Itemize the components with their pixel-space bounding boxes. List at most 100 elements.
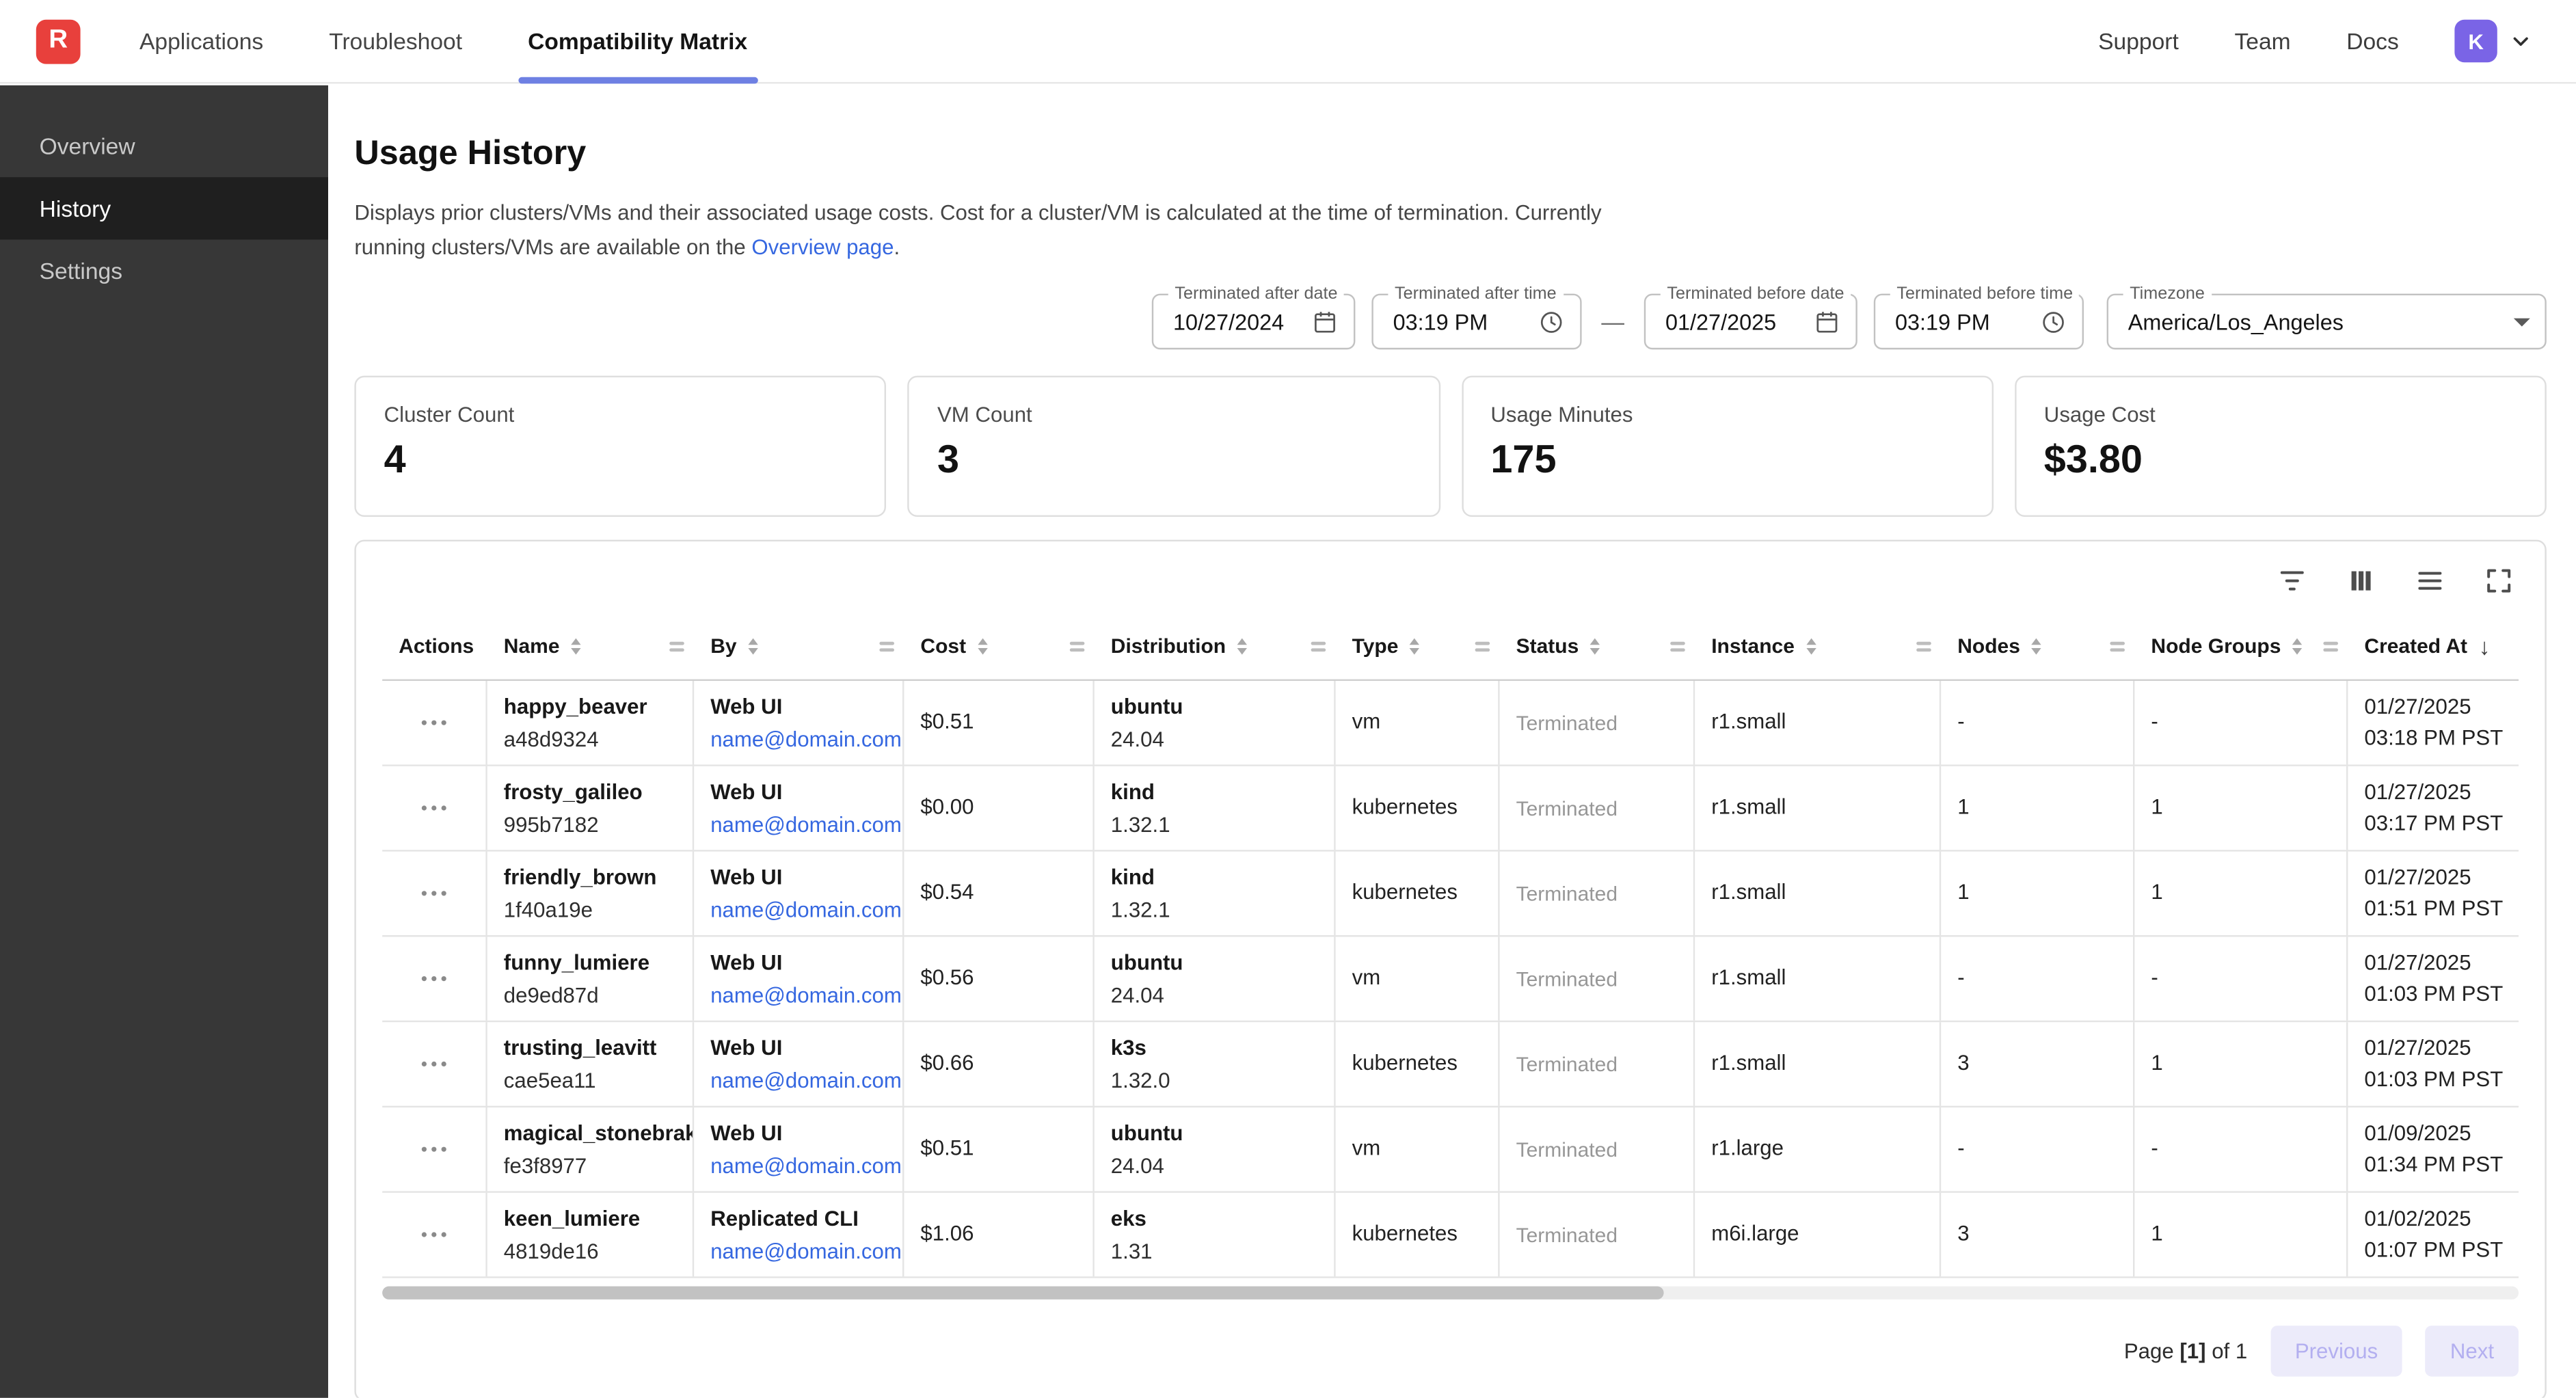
distribution-name: ubuntu	[1111, 1118, 1317, 1150]
column-header-created-at[interactable]: Created At ↓	[2348, 614, 2519, 680]
sort-icon	[571, 638, 580, 654]
horizontal-scrollbar-track[interactable]	[382, 1287, 2519, 1300]
creator-email-link[interactable]: name@domain.com	[710, 808, 886, 840]
column-resize-handle[interactable]	[1475, 642, 1490, 651]
row-actions-button[interactable]	[382, 1022, 487, 1105]
cluster-id: 4819de16	[504, 1235, 676, 1267]
distribution-version: 1.32.1	[1111, 808, 1317, 840]
creator-email-link[interactable]: name@domain.com	[710, 1064, 886, 1097]
sidebar-item-overview[interactable]: Overview	[0, 115, 328, 177]
column-label: Status	[1516, 635, 1579, 658]
table-density-button[interactable]	[2413, 565, 2446, 597]
calendar-icon[interactable]	[1813, 308, 1841, 336]
cost-value: $1.06	[920, 1220, 1076, 1250]
nav-item-compatibility-matrix[interactable]: Compatibility Matrix	[524, 0, 751, 83]
row-actions-button[interactable]	[382, 937, 487, 1021]
terminated-before-time-input[interactable]: Terminated before time 03:19 PM	[1874, 294, 2084, 350]
account-menu-button[interactable]: K	[2454, 20, 2536, 62]
table-columns-button[interactable]	[2345, 565, 2378, 597]
creator-email-link[interactable]: name@domain.com	[710, 979, 886, 1011]
creator-email-link[interactable]: name@domain.com	[710, 1149, 886, 1181]
column-resize-handle[interactable]	[2323, 642, 2338, 651]
column-resize-handle[interactable]	[1916, 642, 1931, 651]
clock-icon[interactable]	[1538, 308, 1566, 336]
row-actions-button[interactable]	[382, 681, 487, 764]
column-resize-handle[interactable]	[879, 642, 894, 651]
column-header-cost[interactable]: Cost	[904, 614, 1094, 680]
team-link[interactable]: Team	[2234, 28, 2290, 54]
distribution-version: 24.04	[1111, 979, 1317, 1011]
density-icon	[2413, 565, 2446, 597]
column-resize-handle[interactable]	[1070, 642, 1085, 651]
clock-icon[interactable]	[2039, 308, 2067, 336]
distribution-version: 1.32.0	[1111, 1064, 1317, 1097]
table-row: magical_stonebraker fe3f8977 Web UI name…	[382, 1107, 2519, 1193]
created-time: 01:34 PM PST	[2364, 1149, 2502, 1179]
created-date: 01/27/2025	[2364, 1034, 2502, 1064]
docs-link[interactable]: Docs	[2346, 28, 2399, 54]
next-page-button[interactable]: Next	[2426, 1326, 2519, 1376]
column-header-status[interactable]: Status	[1500, 614, 1695, 680]
nav-item-troubleshoot[interactable]: Troubleshoot	[325, 0, 465, 83]
column-header-type[interactable]: Type	[1336, 614, 1500, 680]
distribution-version: 24.04	[1111, 723, 1317, 755]
nav-item-applications[interactable]: Applications	[136, 0, 267, 83]
row-actions-button[interactable]	[382, 852, 487, 935]
creator-email-link[interactable]: name@domain.com	[710, 723, 886, 755]
cell-instance: m6i.large	[1695, 1193, 1941, 1276]
calendar-icon[interactable]	[1311, 308, 1339, 336]
cell-distribution: k3s 1.32.0	[1095, 1022, 1336, 1105]
column-resize-handle[interactable]	[669, 642, 684, 651]
instance-value: m6i.large	[1711, 1220, 1923, 1250]
column-label: Type	[1352, 635, 1399, 658]
terminated-before-time-value: 03:19 PM	[1895, 310, 1990, 334]
cell-type: vm	[1336, 681, 1500, 764]
horizontal-scrollbar-thumb[interactable]	[382, 1287, 1664, 1300]
sidebar-item-history[interactable]: History	[0, 177, 328, 239]
terminated-after-date-input[interactable]: Terminated after date 10/27/2024	[1152, 294, 1356, 350]
column-resize-handle[interactable]	[1311, 642, 1326, 651]
overview-page-link[interactable]: Overview page	[751, 234, 894, 258]
cell-name: magical_stonebraker fe3f8977	[487, 1107, 694, 1191]
creator-email-link[interactable]: name@domain.com	[710, 893, 886, 926]
timezone-select[interactable]: Timezone America/Los_Angeles	[2107, 294, 2547, 350]
table-row: keen_lumiere 4819de16 Replicated CLI nam…	[382, 1193, 2519, 1278]
column-header-instance[interactable]: Instance	[1695, 614, 1941, 680]
row-actions-button[interactable]	[382, 1107, 487, 1191]
support-link[interactable]: Support	[2098, 28, 2179, 54]
cell-created-at: 01/27/2025 01:03 PM PST	[2348, 937, 2519, 1021]
cell-nodes: 1	[1941, 766, 2134, 850]
column-label: Created At	[2364, 635, 2467, 658]
cell-nodes: 3	[1941, 1193, 2134, 1276]
sidebar: Overview History Settings	[0, 85, 328, 1398]
replicated-logo[interactable]: R	[36, 19, 81, 64]
table-toolbar	[382, 554, 2519, 613]
distribution-version: 1.31	[1111, 1235, 1317, 1267]
column-resize-handle[interactable]	[1670, 642, 1685, 651]
column-header-nodes[interactable]: Nodes	[1941, 614, 2134, 680]
table-filter-button[interactable]	[2276, 565, 2309, 597]
column-header-node-groups[interactable]: Node Groups	[2134, 614, 2348, 680]
status-badge: Terminated	[1516, 967, 1677, 991]
terminated-after-time-input[interactable]: Terminated after time 03:19 PM	[1371, 294, 1581, 350]
column-resize-handle[interactable]	[2110, 642, 2125, 651]
dropdown-caret-icon	[2514, 318, 2530, 326]
app-root: R Applications Troubleshoot Compatibilit…	[0, 0, 2576, 1398]
created-time: 01:51 PM PST	[2364, 893, 2502, 924]
terminated-before-date-input[interactable]: Terminated before date 01/27/2025	[1644, 294, 1857, 350]
row-actions-button[interactable]	[382, 766, 487, 850]
previous-page-button[interactable]: Previous	[2270, 1326, 2402, 1376]
node-groups-value: 1	[2151, 793, 2330, 823]
current-page: [1]	[2179, 1339, 2205, 1364]
creator-email-link[interactable]: name@domain.com	[710, 1235, 886, 1267]
sidebar-item-settings[interactable]: Settings	[0, 239, 328, 301]
instance-value: r1.small	[1711, 964, 1923, 994]
column-header-distribution[interactable]: Distribution	[1095, 614, 1336, 680]
column-header-name[interactable]: Name	[487, 614, 694, 680]
instance-value: r1.small	[1711, 1049, 1923, 1079]
row-actions-button[interactable]	[382, 1193, 487, 1276]
type-value: kubernetes	[1352, 1220, 1482, 1250]
cell-name: frosty_galileo 995b7182	[487, 766, 694, 850]
table-fullscreen-button[interactable]	[2482, 565, 2515, 597]
column-header-by[interactable]: By	[694, 614, 904, 680]
